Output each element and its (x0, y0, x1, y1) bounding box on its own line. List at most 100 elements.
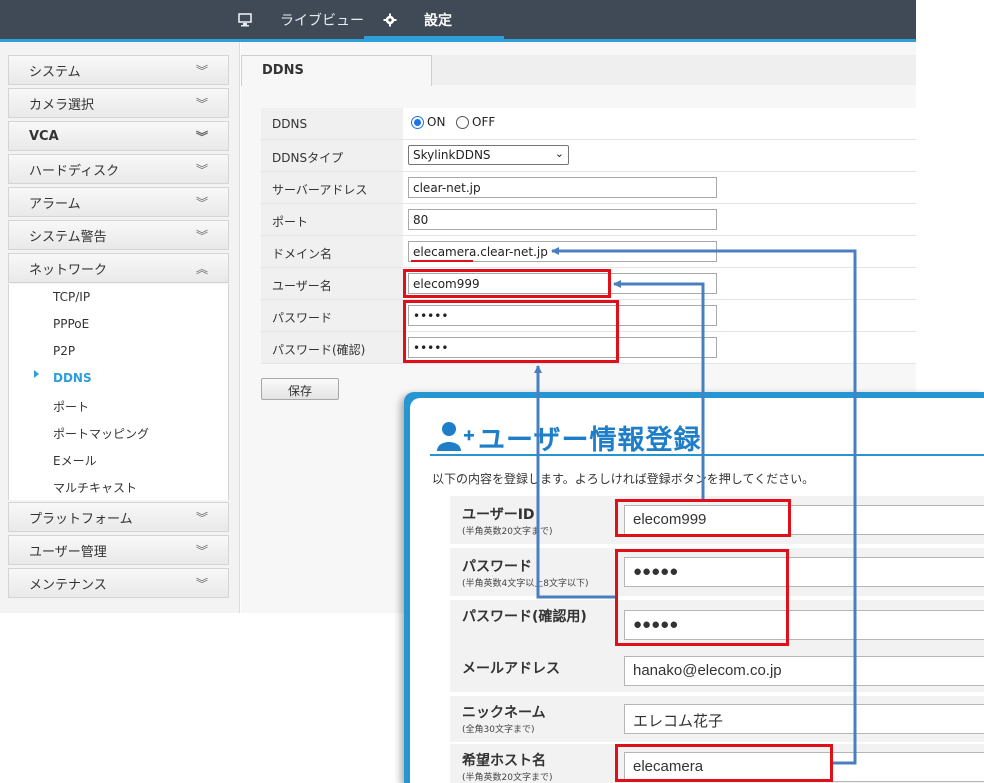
field-value: elecamera.clear-net.jp (403, 236, 916, 267)
gear-icon[interactable] (383, 0, 397, 39)
sidebar-group-label: ネットワーク (29, 262, 108, 278)
sidebar-group-camera[interactable]: カメラ選択 ︾ (8, 88, 229, 118)
sidebar-group-label: カメラ選択 (29, 97, 95, 113)
sidebar-group-user-management[interactable]: ユーザー管理 ︾ (8, 535, 229, 565)
tab-ddns[interactable]: DDNS (241, 55, 432, 86)
monitor-icon[interactable] (238, 0, 252, 39)
active-item-marker-icon (34, 370, 39, 378)
sidebar-item-pppoe[interactable]: PPPoE (53, 317, 89, 331)
chevron-down-icon: ︾ (195, 577, 208, 591)
sidebar-group-vca[interactable]: VCA ︾ (8, 121, 229, 151)
sidebar-item-p2p[interactable]: P2P (53, 344, 75, 358)
ddns-on-radio[interactable] (411, 116, 424, 129)
sidebar: システム ︾ カメラ選択 ︾ VCA ︾ ハードディスク ︾ アラーム ︾ システム警告 ︾… (0, 42, 240, 613)
username-highlight (403, 269, 611, 298)
chevron-down-icon: ︾ (195, 229, 208, 243)
email-input[interactable]: hanako@elecom.co.jp (624, 656, 984, 686)
registration-description: 以下の内容を登録します。よろしければ登録ボタンを押してください。 (432, 472, 815, 486)
chevron-down-icon: ︾ (195, 196, 208, 210)
chevron-down-icon: ︾ (195, 544, 208, 558)
port-input[interactable]: 80 (408, 209, 717, 230)
chevron-down-icon: ︾ (195, 130, 208, 144)
chevron-down-icon: ︾ (195, 511, 208, 525)
sidebar-group-label: メンテナンス (29, 577, 107, 593)
server-address-input[interactable]: clear-net.jp (408, 177, 717, 198)
sidebar-group-label: システム警告 (29, 229, 107, 245)
sidebar-group-hdd[interactable]: ハードディスク ︾ (8, 154, 229, 184)
sidebar-group-label: プラットフォーム (29, 511, 133, 527)
sidebar-item-port[interactable]: ポート (53, 398, 89, 415)
select-value: SkylinkDDNS (413, 148, 491, 162)
field-label: サーバーアドレス (261, 172, 403, 203)
network-submenu (8, 284, 229, 500)
field-label: パスワード(確認) (261, 332, 403, 363)
field-value: 80 (403, 204, 916, 235)
field-value: SkylinkDDNS ⌄ (403, 140, 916, 171)
chevron-down-icon: ︾ (195, 97, 208, 111)
domain-name-input[interactable]: elecamera.clear-net.jp (408, 241, 717, 262)
sidebar-item-ddns[interactable]: DDNS (53, 371, 92, 385)
password-highlight (403, 300, 619, 363)
chevron-up-icon: ︽ (195, 262, 208, 276)
field-value: clear-net.jp (403, 172, 916, 203)
field-label: パスワード(確認用) (462, 609, 587, 625)
sidebar-group-label: アラーム (29, 196, 81, 212)
tab-bar: DDNS (241, 55, 916, 86)
row-ddns: DDNS ON OFF (261, 108, 916, 140)
field-label: パスワード (261, 300, 403, 331)
row-port: ポート 80 (261, 204, 916, 236)
add-user-icon (436, 420, 476, 456)
field-hint: (全角30文字まで) (462, 725, 535, 735)
top-navigation-bar: ライブビュー 設定 (0, 0, 916, 42)
radio-label-on: ON (427, 115, 446, 129)
field-label: ユーザーID (462, 507, 535, 523)
field-label: ニックネーム (462, 705, 546, 721)
sidebar-group-system[interactable]: システム ︾ (8, 55, 229, 85)
nav-live-view[interactable]: ライブビュー (280, 0, 364, 39)
sidebar-group-label: システム (29, 64, 81, 80)
title-divider (430, 454, 984, 456)
sidebar-item-port-mapping[interactable]: ポートマッピング (53, 425, 149, 442)
field-label: パスワード (462, 559, 532, 575)
sidebar-group-label: VCA (29, 128, 59, 144)
row-ddns-type: DDNSタイプ SkylinkDDNS ⌄ (261, 140, 916, 172)
radio-label-off: OFF (472, 115, 496, 129)
nickname-input[interactable]: エレコム花子 (624, 704, 984, 734)
sidebar-group-label: ハードディスク (29, 163, 120, 179)
sidebar-group-maintenance[interactable]: メンテナンス ︾ (8, 568, 229, 598)
chevron-down-icon: ︾ (195, 64, 208, 78)
field-label: ユーザー名 (261, 268, 403, 299)
sidebar-group-platform[interactable]: プラットフォーム ︾ (8, 502, 229, 532)
hostname-highlight (615, 744, 833, 782)
field-label: メールアドレス (462, 661, 560, 677)
sidebar-item-multicast[interactable]: マルチキャスト (53, 479, 137, 496)
field-label: ポート (261, 204, 403, 235)
field-label: ドメイン名 (261, 236, 403, 267)
ddns-off-radio[interactable] (456, 116, 469, 129)
field-value: ON OFF (403, 108, 916, 139)
card-password-highlight (615, 549, 789, 646)
nav-settings[interactable]: 設定 (424, 0, 452, 39)
field-hint: (半角英数4文字以上8文字以下) (462, 579, 589, 589)
tab-bar-fill (432, 55, 916, 85)
chevron-down-icon: ︾ (195, 163, 208, 177)
sidebar-group-label: ユーザー管理 (29, 544, 107, 560)
row-nickname: ニックネーム (全角30文字まで) エレコム花子 (450, 696, 984, 742)
row-domain: ドメイン名 elecamera.clear-net.jp (261, 236, 916, 268)
hostname-underline (411, 260, 473, 262)
field-hint: (半角英数20文字まで) (462, 773, 553, 783)
sidebar-group-alarm[interactable]: アラーム ︾ (8, 187, 229, 217)
chevron-down-icon: ⌄ (554, 147, 564, 160)
sidebar-group-system-warning[interactable]: システム警告 ︾ (8, 220, 229, 250)
row-server-address: サーバーアドレス clear-net.jp (261, 172, 916, 204)
ddns-type-select[interactable]: SkylinkDDNS ⌄ (408, 145, 569, 165)
sidebar-item-tcpip[interactable]: TCP/IP (53, 290, 90, 304)
sidebar-group-network[interactable]: ネットワーク ︽ (8, 253, 229, 283)
sidebar-item-email[interactable]: Eメール (53, 452, 97, 469)
field-label: DDNS (261, 108, 403, 139)
field-hint: (半角英数20文字まで) (462, 527, 553, 537)
registration-title: ユーザー情報登録 (478, 425, 702, 456)
row-email: メールアドレス hanako@elecom.co.jp (450, 648, 984, 692)
field-label: DDNSタイプ (261, 140, 403, 171)
save-button[interactable]: 保存 (261, 378, 339, 400)
